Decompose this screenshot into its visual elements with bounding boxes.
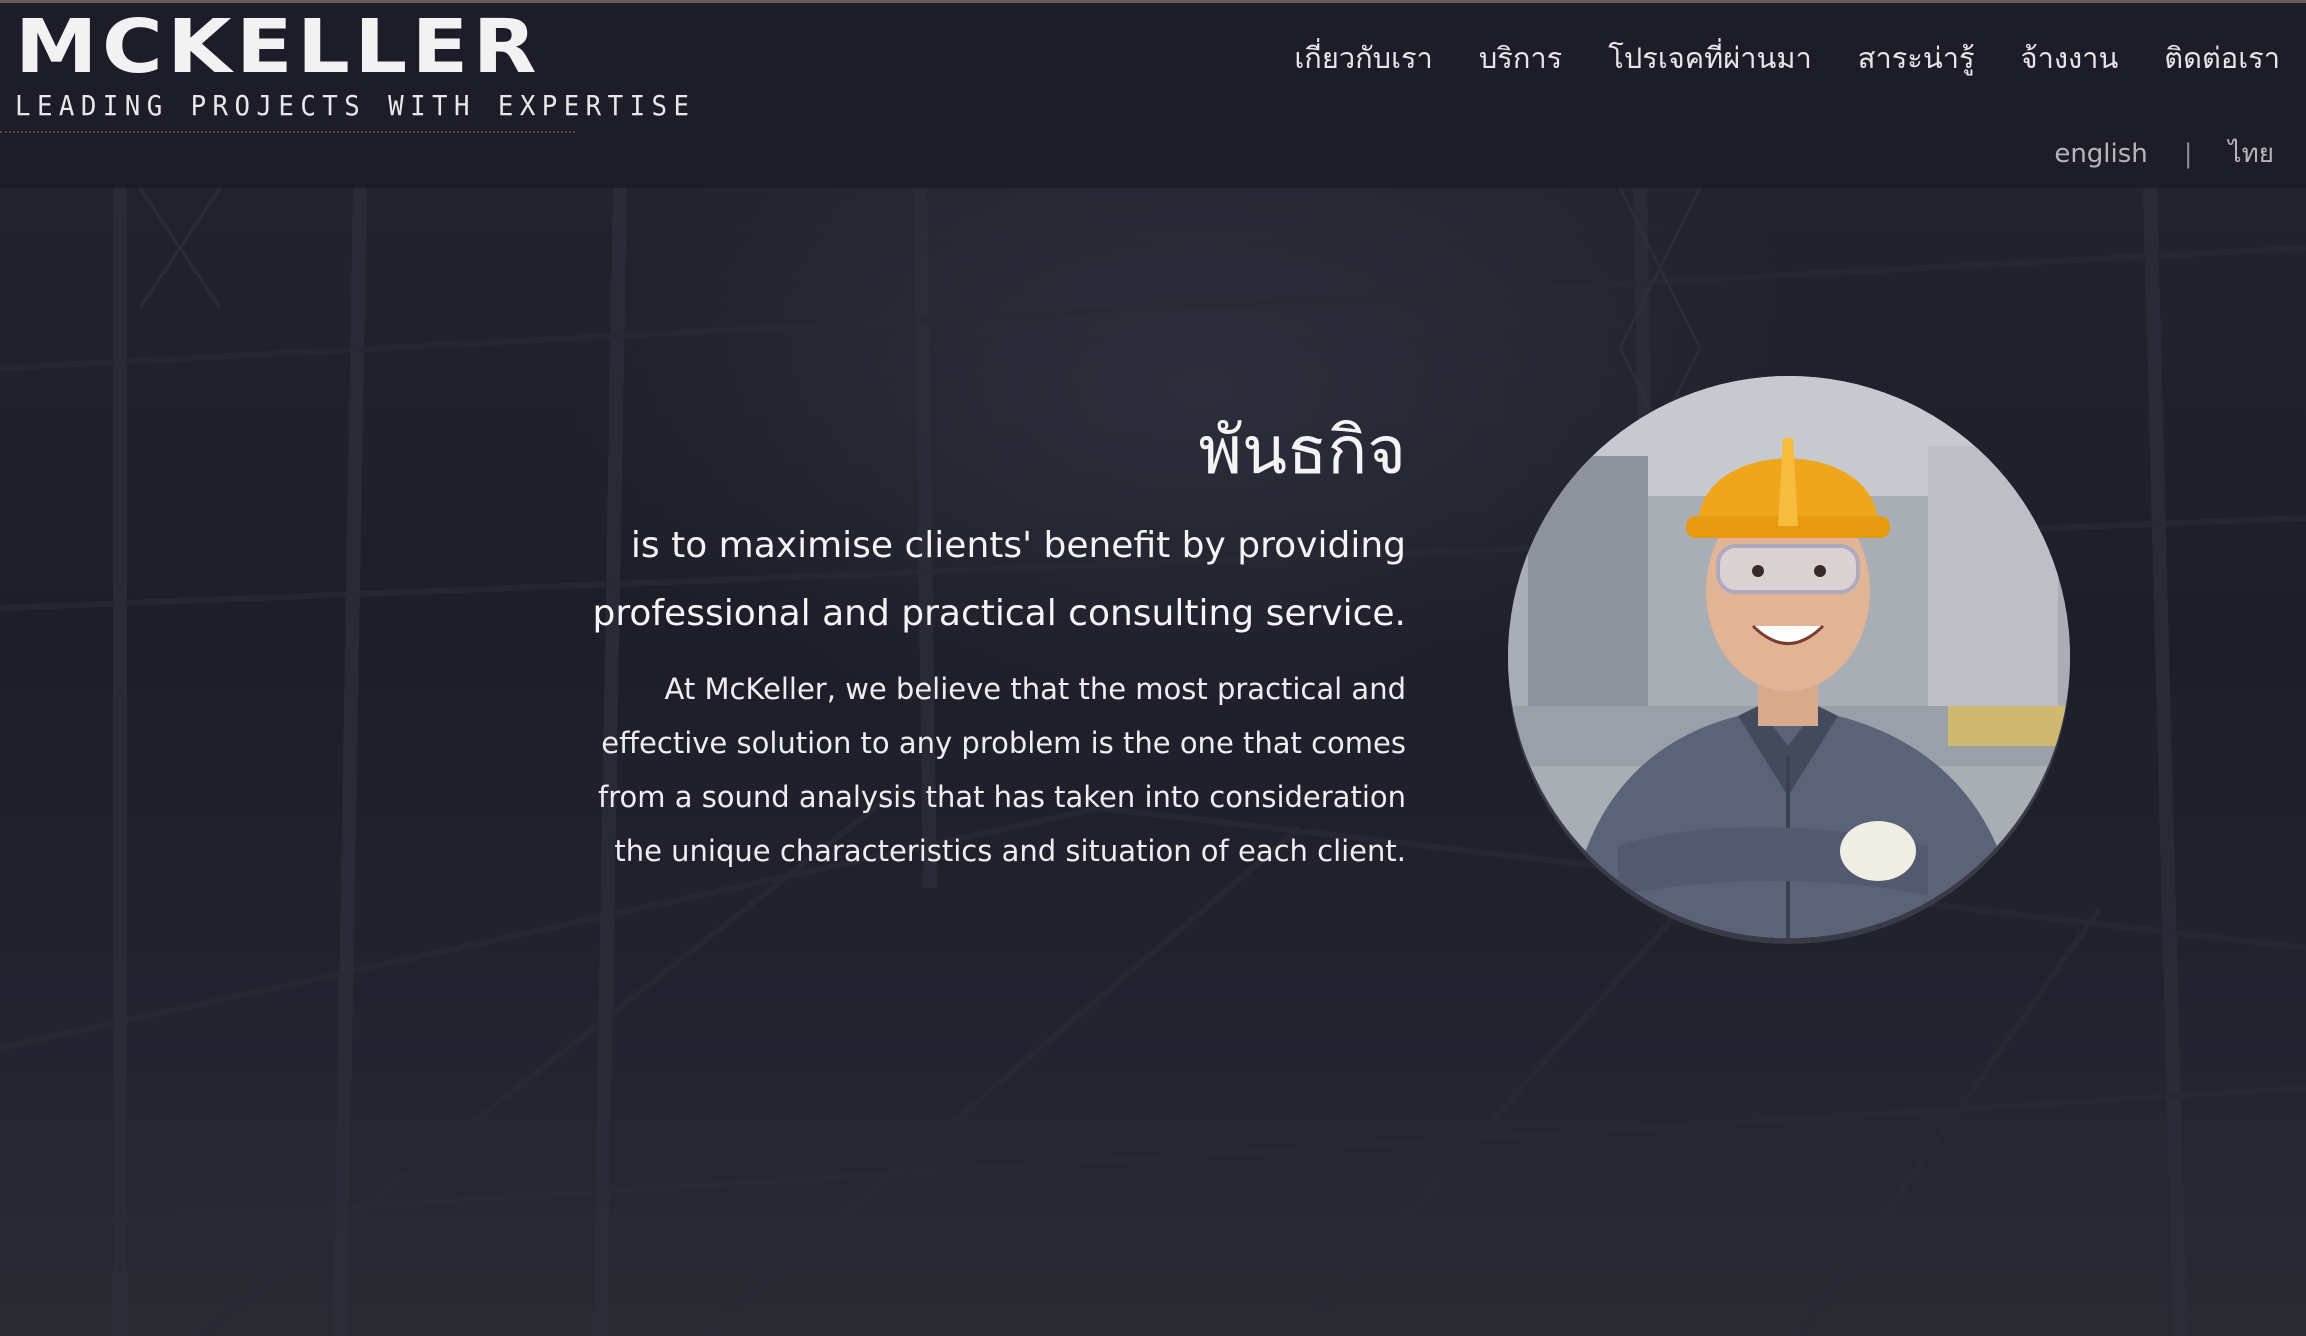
mission-lead: is to maximise clients' benefit by provi… (592, 525, 1407, 634)
nav-item-projects[interactable]: โปรเจคที่ผ่านมา (1608, 35, 1811, 81)
language-english-link[interactable]: english (2054, 139, 2147, 169)
engineer-portrait-photo (1508, 376, 2070, 938)
logo-tagline: LEADING PROJECTS WITH EXPERTISE (15, 89, 696, 122)
mission-title: พันธกิจ (1198, 412, 1406, 489)
mission-body: At McKeller, we believe that the most pr… (598, 672, 1406, 868)
nav-item-careers[interactable]: จ้างงาน (2021, 35, 2119, 81)
language-thai-link[interactable]: ไทย (2229, 133, 2274, 174)
logo-divider (0, 131, 575, 133)
logo[interactable]: MCKELLER LEADING PROJECTS WITH EXPERTISE (15, 9, 696, 122)
nav-item-services[interactable]: บริการ (1479, 35, 1562, 81)
page: MCKELLER LEADING PROJECTS WITH EXPERTISE… (0, 0, 2306, 1336)
nav-item-knowledge[interactable]: สาระน่ารู้ (1858, 35, 1975, 81)
mission-section: พันธกิจ is to maximise clients' benefit … (546, 408, 1407, 878)
language-separator: | (2183, 138, 2193, 169)
logo-wordmark: MCKELLER (15, 4, 542, 90)
site-header: MCKELLER LEADING PROJECTS WITH EXPERTISE… (0, 3, 2306, 188)
nav-item-about[interactable]: เกี่ยวกับเรา (1294, 35, 1433, 81)
main-nav: เกี่ยวกับเรา บริการ โปรเจคที่ผ่านมา สาระ… (1294, 35, 2280, 81)
nav-item-contact[interactable]: ติดต่อเรา (2164, 35, 2280, 81)
language-switcher: english | ไทย (2054, 133, 2274, 174)
